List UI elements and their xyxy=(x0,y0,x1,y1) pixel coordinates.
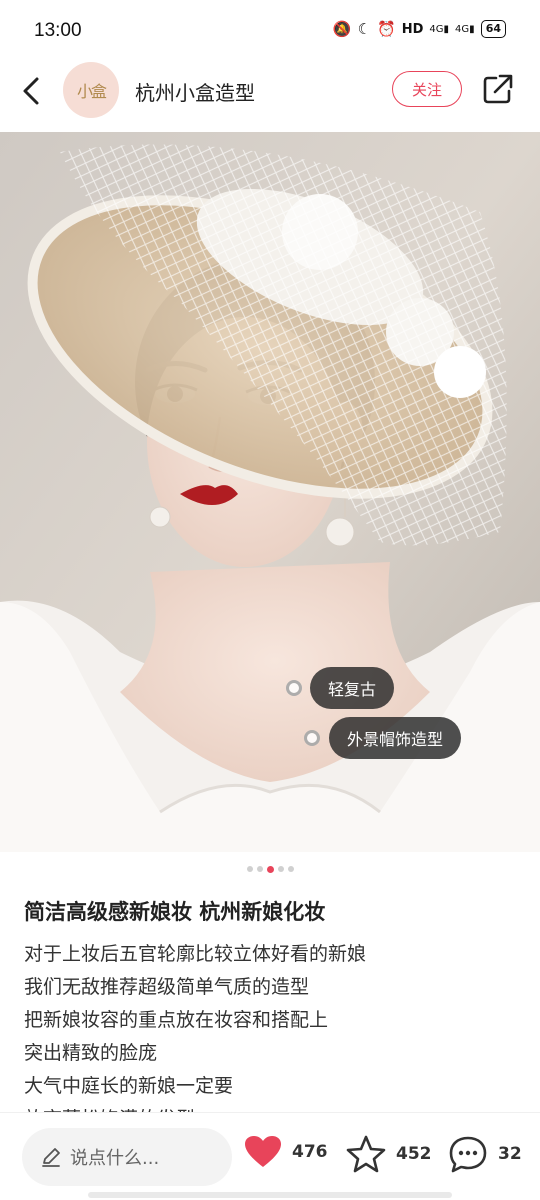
pager-dot-active xyxy=(266,865,274,873)
like-button[interactable]: 476 xyxy=(244,1135,328,1169)
post-body[interactable]: 对于上妆后五官轮廓比较立体好看的新娘 我们无敌推荐超级简单气质的造型 把新娘妆容… xyxy=(24,938,524,1116)
post-line: 大气中庭长的新娘一定要 xyxy=(24,1075,234,1097)
comment-count: 32 xyxy=(498,1144,522,1164)
share-icon xyxy=(483,74,513,104)
heart-icon xyxy=(245,1136,281,1167)
header: 小盒 杭州小盒造型 关注 xyxy=(0,60,540,132)
post-line: 突出精致的脸庞 xyxy=(24,1042,158,1064)
pager-dot xyxy=(246,866,253,872)
post-line: 把新娘妆容的重点放在妆容和搭配上 xyxy=(24,1009,329,1031)
comment-button[interactable]: 32 xyxy=(448,1135,522,1173)
pager-dot xyxy=(277,866,284,872)
battery-icon: 64 xyxy=(480,20,506,38)
hd-label: HD xyxy=(401,21,424,37)
pager-dot xyxy=(256,866,263,872)
mute-icon: 🔕 xyxy=(332,20,352,38)
favorite-count: 452 xyxy=(396,1144,432,1164)
pencil-icon xyxy=(42,1148,60,1167)
like-count: 476 xyxy=(292,1142,328,1162)
post-line: 我们无敌推荐超级简单气质的造型 xyxy=(24,976,310,998)
avatar[interactable]: 小盒 xyxy=(63,62,119,118)
avatar-logo-text: 小盒 xyxy=(76,82,107,101)
comment-input[interactable]: 说点什么... xyxy=(22,1128,232,1186)
comment-bubble-icon xyxy=(449,1136,487,1173)
star-icon xyxy=(346,1135,386,1173)
tag-light-retro[interactable]: 轻复古 xyxy=(310,667,395,709)
bottom-action-bar: 说点什么... 476 452 32 xyxy=(0,1112,540,1200)
tag-outdoor-hat-style[interactable]: 外景帽饰造型 xyxy=(329,717,462,759)
alarm-icon: ⏰ xyxy=(377,20,396,38)
status-icons: 🔕 ☾ ⏰ HD 4G▮ 4G▮ 64 xyxy=(333,20,506,38)
status-time: 13:00 xyxy=(34,20,82,41)
status-bar: 13:00 🔕 ☾ ⏰ HD 4G▮ 4G▮ 64 xyxy=(0,0,540,60)
image-pager xyxy=(0,865,540,873)
tag-1-dot[interactable] xyxy=(286,680,302,696)
back-button[interactable] xyxy=(16,74,50,108)
chevron-left-icon xyxy=(23,77,39,105)
comment-placeholder: 说点什么... xyxy=(70,1148,160,1169)
account-name[interactable]: 杭州小盒造型 xyxy=(135,77,255,106)
pager-dot xyxy=(287,866,294,872)
post-line: 对于上妆后五官轮廓比较立体好看的新娘 xyxy=(24,943,367,965)
home-indicator xyxy=(88,1192,452,1198)
favorite-button[interactable]: 452 xyxy=(346,1135,432,1173)
signal-2-icon: 4G▮ xyxy=(455,23,475,35)
signal-1-icon: 4G▮ xyxy=(429,23,450,35)
tag-2-dot[interactable] xyxy=(304,730,320,746)
share-button[interactable] xyxy=(481,72,515,106)
follow-button[interactable]: 关注 xyxy=(392,71,462,107)
post-photo[interactable]: 轻复古 外景帽饰造型 xyxy=(0,132,540,852)
moon-icon: ☾ xyxy=(357,20,372,38)
post-title: 简洁高级感新娘妆 杭州新娘化妆 xyxy=(24,900,326,924)
